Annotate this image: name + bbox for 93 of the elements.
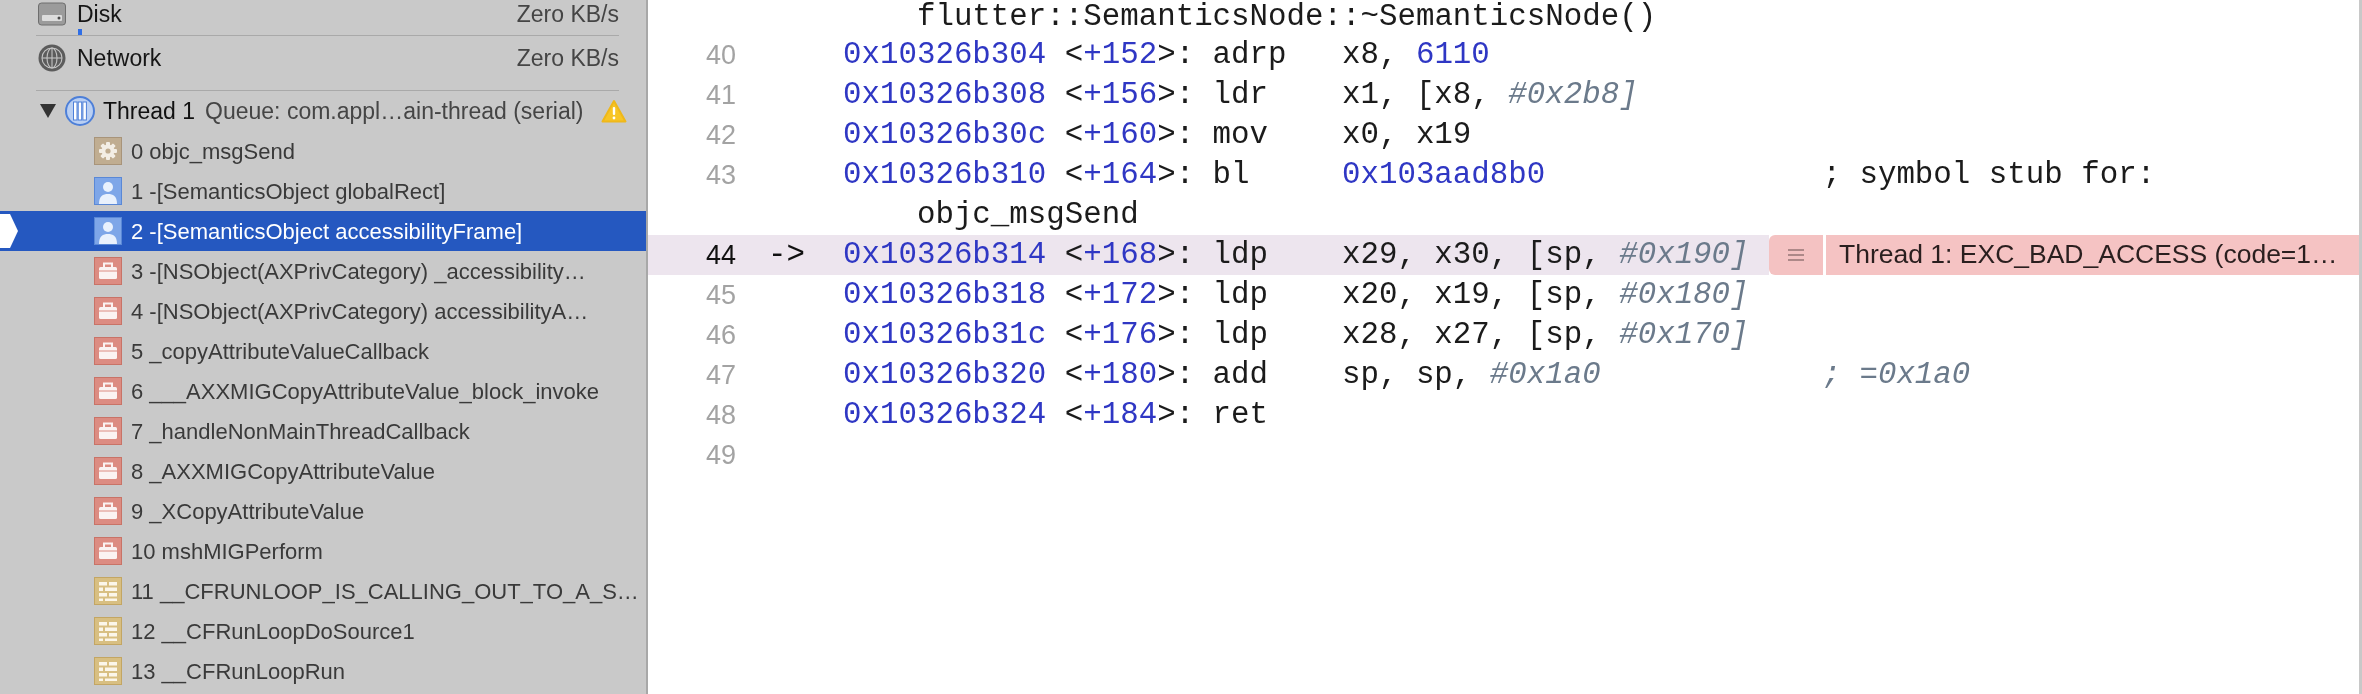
brick-wall-icon <box>94 617 122 645</box>
stack-frame[interactable]: 5 _copyAttributeValueCallback <box>94 334 429 368</box>
issue-toggle-button[interactable] <box>1769 235 1823 275</box>
briefcase-icon <box>94 257 122 285</box>
line-number: 49 <box>705 438 736 472</box>
line-number: 42 <box>705 118 736 152</box>
drive-icon <box>38 0 66 28</box>
line-number: 48 <box>705 398 736 432</box>
instruction-offset: <+152>: <box>1064 35 1195 74</box>
activity-bar <box>78 29 82 35</box>
instruction-offset: <+164>: <box>1064 155 1195 194</box>
instruction-offset: <+160>: <box>1064 115 1195 154</box>
line-number: 46 <box>705 318 736 352</box>
instruction-operands: x20, x19, [sp, #0x180] <box>1341 275 1749 314</box>
instruction-mnemonic: add <box>1212 355 1269 394</box>
gauge-value: Zero KB/s <box>516 43 619 73</box>
line-number: 41 <box>705 78 736 112</box>
error-message: Thread 1: EXC_BAD_ACCESS (code=1… <box>1839 238 2338 272</box>
instruction-mnemonic: mov <box>1212 115 1269 154</box>
queue-label: Queue: com.appl…ain-thread (serial) <box>205 96 584 126</box>
stack-frame[interactable]: 3 -[NSObject(AXPrivCategory) _accessibility… <box>94 254 586 288</box>
instruction-address: 0x10326b318 <box>843 275 1047 314</box>
person-icon <box>94 217 122 245</box>
striped-circle-icon <box>65 96 95 126</box>
instruction-mnemonic: ldr <box>1212 75 1269 114</box>
instruction-mnemonic: ldp <box>1212 235 1269 274</box>
briefcase-icon <box>94 417 122 445</box>
instruction-address: 0x10326b314 <box>843 235 1047 274</box>
disclosure-triangle-icon[interactable] <box>40 104 56 118</box>
stack-frame[interactable]: 9 _XCopyAttributeValue <box>94 494 365 528</box>
instruction-operands: x29, x30, [sp, #0x190] <box>1341 235 1749 274</box>
instruction-mnemonic: ldp <box>1212 275 1269 314</box>
line-number: 43 <box>705 158 736 192</box>
instruction-operands: 0x103aad8b0 <box>1341 155 1546 194</box>
briefcase-icon <box>94 457 122 485</box>
instruction-address: 0x10326b320 <box>843 355 1047 394</box>
briefcase-icon <box>94 537 122 565</box>
instruction-address: 0x10326b324 <box>843 395 1047 434</box>
instruction-mnemonic: ret <box>1212 395 1269 434</box>
instruction-operands: sp, sp, #0x1a0 <box>1341 355 1601 394</box>
gauge-value: Zero KB/s <box>516 0 619 29</box>
stack-frame[interactable]: 12 __CFRunLoopDoSource1 <box>94 614 415 648</box>
gauge-label[interactable]: Network <box>77 40 162 76</box>
three-lines-icon <box>1788 249 1804 261</box>
instruction-mnemonic: bl <box>1212 155 1250 194</box>
instruction-address: 0x10326b31c <box>843 315 1047 354</box>
briefcase-icon <box>94 337 122 365</box>
globe-icon <box>38 44 66 72</box>
stack-frame[interactable]: 11 __CFRUNLOOP_IS_CALLING_OUT_TO_A_S… <box>94 574 639 608</box>
line-number: 47 <box>705 358 736 392</box>
thread-name[interactable]: Thread 1 <box>103 93 196 129</box>
wrapped-comment: objc_msgSend <box>916 195 1139 234</box>
line-number: 40 <box>705 38 736 72</box>
gauge-label[interactable]: Disk <box>77 0 122 32</box>
code-comment: ; symbol stub for: <box>1822 155 2156 194</box>
program-counter-arrow: -> <box>768 235 805 274</box>
code-comment: ; =0x1a0 <box>1822 355 1971 394</box>
wrapped-comment: flutter::SemanticsNode::~SemanticsNode() <box>916 0 1657 37</box>
instruction-operands: x28, x27, [sp, #0x170] <box>1341 315 1749 354</box>
instruction-address: 0x10326b308 <box>843 75 1047 114</box>
person-icon <box>94 177 122 205</box>
instruction-address: 0x10326b304 <box>843 35 1047 74</box>
instruction-operands: x8, 6110 <box>1341 35 1490 74</box>
instruction-operands: x0, x19 <box>1341 115 1472 154</box>
instruction-offset: <+168>: <box>1064 235 1195 274</box>
stack-frame[interactable]: 10 mshMIGPerform <box>94 534 323 568</box>
gear-icon <box>94 137 122 165</box>
instruction-mnemonic: adrp <box>1212 35 1287 74</box>
stack-frame[interactable]: 0 objc_msgSend <box>94 134 295 168</box>
instruction-address: 0x10326b30c <box>843 115 1047 154</box>
stack-frame[interactable]: 4 -[NSObject(AXPrivCategory) accessibilityA… <box>94 294 589 328</box>
stack-frame[interactable]: 1 -[SemanticsObject globalRect] <box>94 174 446 208</box>
brick-wall-icon <box>94 657 122 685</box>
briefcase-icon <box>94 377 122 405</box>
instruction-operands: x1, [x8, #0x2b8] <box>1341 75 1638 114</box>
line-number: 45 <box>705 278 736 312</box>
stack-frame[interactable]: 6 ___AXXMIGCopyAttributeValue_block_invoke <box>94 374 599 408</box>
instruction-offset: <+156>: <box>1064 75 1195 114</box>
brick-wall-icon <box>94 577 122 605</box>
flag-marker-icon <box>0 214 18 248</box>
stack-frame[interactable]: 8 _AXXMIGCopyAttributeValue <box>94 454 436 488</box>
stack-frame[interactable]: 2 -[SemanticsObject accessibilityFrame] <box>94 214 523 248</box>
line-number: 44 <box>705 238 736 272</box>
instruction-mnemonic: ldp <box>1212 315 1269 354</box>
stack-frame[interactable]: 13 __CFRunLoopRun <box>94 654 346 688</box>
instruction-offset: <+184>: <box>1064 395 1195 434</box>
briefcase-icon <box>94 297 122 325</box>
instruction-offset: <+176>: <box>1064 315 1195 354</box>
briefcase-icon <box>94 497 122 525</box>
instruction-offset: <+172>: <box>1064 275 1195 314</box>
instruction-offset: <+180>: <box>1064 355 1195 394</box>
stack-frame[interactable]: 7 _handleNonMainThreadCallback <box>94 414 470 448</box>
instruction-address: 0x10326b310 <box>843 155 1047 194</box>
